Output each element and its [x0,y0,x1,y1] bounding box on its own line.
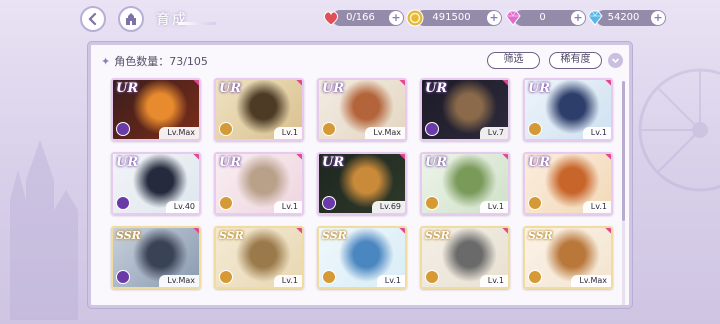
rarity-badge: UR [219,81,242,96]
rarity-badge: UR [322,81,345,96]
filter-button[interactable]: 筛选 [487,52,540,69]
character-card[interactable]: SSR Lv.Max [111,226,201,289]
character-count: ✦ 角色数量：73/105 [101,53,208,69]
rarity-badge: SSR [528,229,553,242]
level-label: Lv.1 [273,201,302,213]
element-icon [425,122,439,136]
rarity-badge: UR [116,155,139,170]
add-pink-gem-button[interactable]: + [571,11,585,25]
rarity-badge: UR [528,81,551,96]
element-icon [116,196,130,210]
character-card[interactable]: UR Lv.1 [523,78,613,141]
scrollbar[interactable] [622,81,625,305]
level-label: Lv.1 [479,275,508,287]
blue-diamond-icon [584,7,606,29]
character-card[interactable]: UR Lv.7 [420,78,510,141]
home-button[interactable] [118,6,144,32]
castle-icon [126,13,136,25]
element-icon [116,122,130,136]
add-blue-gem-button[interactable]: + [651,11,665,25]
sort-order-toggle[interactable] [608,53,623,68]
character-card[interactable]: SSR Lv.1 [317,226,407,289]
blue-gem-counter: 54200 + [587,10,666,26]
scroll-thumb[interactable] [622,81,625,221]
character-count-label: 角色数量：73/105 [114,55,208,68]
level-label: Lv.1 [376,275,405,287]
character-card[interactable]: SSR Lv.Max [523,226,613,289]
add-gold-button[interactable]: + [487,11,501,25]
element-icon [528,196,542,210]
element-icon [219,270,233,284]
character-card[interactable]: UR Lv.1 [523,152,613,215]
element-icon [219,196,233,210]
title-underline [178,22,216,25]
character-card[interactable]: UR Lv.1 [214,152,304,215]
rarity-badge: SSR [219,229,244,242]
level-label: Lv.1 [582,127,611,139]
gold-counter: 491500 + [406,9,502,27]
element-icon [322,270,336,284]
character-card[interactable]: UR Lv.Max [317,78,407,141]
character-card[interactable]: UR Lv.40 [111,152,201,215]
rarity-badge: UR [528,155,551,170]
stamina-counter: 0/166 + [323,10,404,26]
character-card[interactable]: UR Lv.69 [317,152,407,215]
level-label: Lv.69 [371,201,405,213]
coin-icon [404,7,426,29]
level-label: Lv.40 [165,201,199,213]
pink-diamond-icon [502,7,524,29]
element-icon [116,270,130,284]
element-icon [322,122,336,136]
level-label: Lv.1 [273,127,302,139]
top-bar: 育成 0/166 + 491500 + 0 + 54200 + [0,0,720,36]
element-icon [528,122,542,136]
heart-stack-icon [320,7,342,29]
level-label: Lv.1 [273,275,302,287]
add-stamina-button[interactable]: + [389,11,403,25]
character-card[interactable]: SSR Lv.1 [214,226,304,289]
rarity-badge: SSR [322,229,347,242]
rarity-badge: UR [322,155,345,170]
chevron-down-icon [611,58,620,64]
element-icon [425,196,439,210]
rarity-badge: UR [425,81,448,96]
element-icon [425,270,439,284]
level-label: Lv.1 [479,201,508,213]
rarity-badge: SSR [425,229,450,242]
chevron-left-icon [88,12,97,26]
rarity-badge: UR [116,81,139,96]
character-card[interactable]: SSR Lv.1 [420,226,510,289]
level-label: Lv.Max [571,275,611,287]
back-button[interactable] [80,6,106,32]
sparkle-icon: ✦ [101,54,111,68]
level-label: Lv.Max [159,275,199,287]
character-card[interactable]: UR Lv.1 [214,78,304,141]
sort-rarity-button[interactable]: 稀有度 [549,52,602,69]
gold-value: 491500 [432,12,471,23]
castle-silhouette [10,140,78,320]
rarity-badge: UR [219,155,242,170]
element-icon [219,122,233,136]
character-panel: ✦ 角色数量：73/105 筛选 稀有度 UR Lv.Max UR Lv.1 UR Lv.… [88,42,632,308]
level-label: Lv.7 [479,127,508,139]
character-grid: UR Lv.Max UR Lv.1 UR Lv.Max UR Lv.7 UR Lv.1 UR Lv.4… [111,78,613,289]
element-icon [528,270,542,284]
rarity-badge: UR [425,155,448,170]
element-icon [322,196,336,210]
pink-gem-counter: 0 + [505,10,586,26]
level-label: Lv.Max [365,127,405,139]
level-label: Lv.Max [159,127,199,139]
page-title: 育成 [156,12,188,28]
character-card[interactable]: UR Lv.1 [420,152,510,215]
rarity-badge: SSR [116,229,141,242]
character-card[interactable]: UR Lv.Max [111,78,201,141]
level-label: Lv.1 [582,201,611,213]
